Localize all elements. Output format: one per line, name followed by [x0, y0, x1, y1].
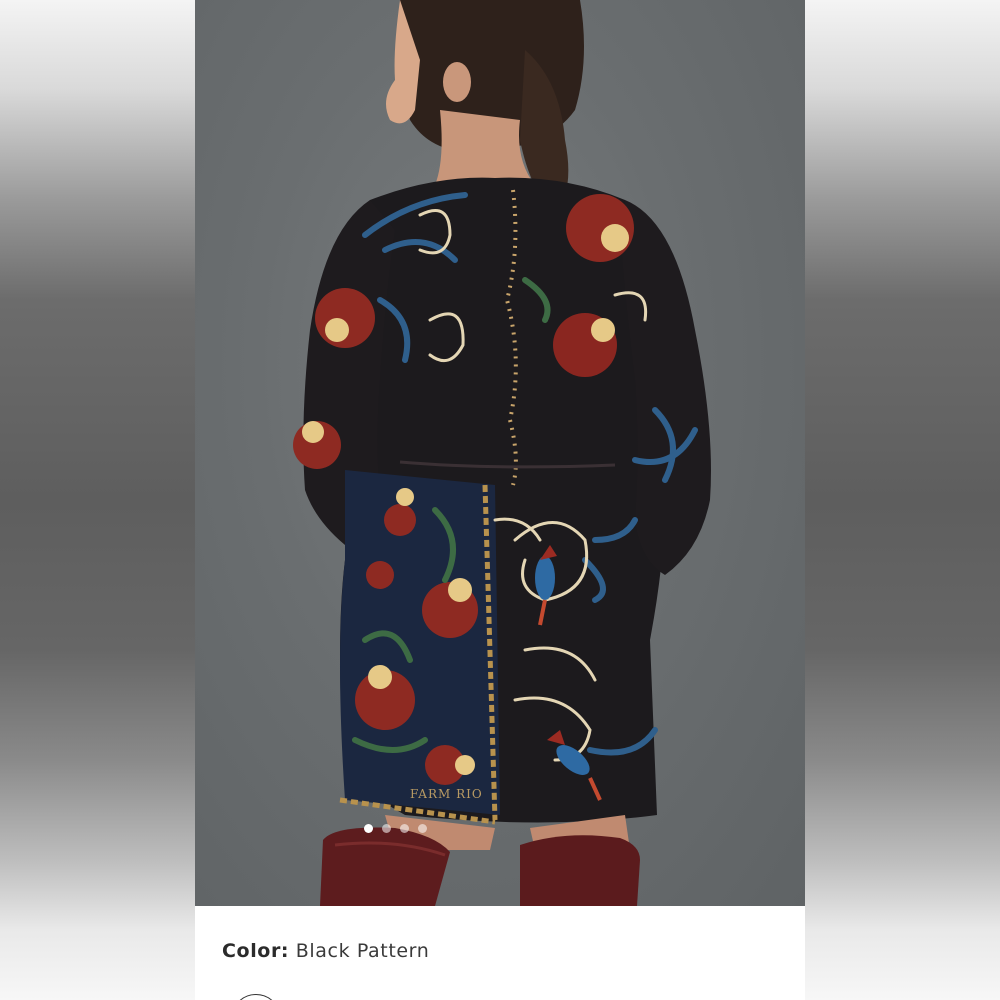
- left-boot-shape: [320, 827, 450, 906]
- model-illustration: FARM RIO: [293, 0, 711, 906]
- blurred-backdrop-right: [805, 0, 1000, 1000]
- color-value: Black Pattern: [295, 940, 430, 962]
- product-image[interactable]: FARM RIO: [195, 0, 805, 906]
- color-selection: Color: Black Pattern: [222, 940, 429, 962]
- gallery-dot-2[interactable]: [381, 824, 391, 833]
- color-swatch[interactable]: [231, 994, 281, 1000]
- fabric-print-text: FARM RIO: [410, 787, 483, 801]
- gallery-pagination: [195, 824, 700, 836]
- right-boot-shape: [520, 835, 640, 906]
- blurred-backdrop-left: [0, 0, 195, 1000]
- product-info: Color: Black Pattern: [195, 906, 805, 1000]
- gallery-dot-3[interactable]: [399, 824, 409, 833]
- color-label: Color:: [222, 940, 290, 962]
- product-panel: FARM RIO Color: Black Pattern: [195, 0, 805, 1000]
- gallery-dot-1[interactable]: [363, 824, 373, 833]
- ear-shape: [443, 62, 471, 102]
- gallery-dot-4[interactable]: [417, 824, 427, 833]
